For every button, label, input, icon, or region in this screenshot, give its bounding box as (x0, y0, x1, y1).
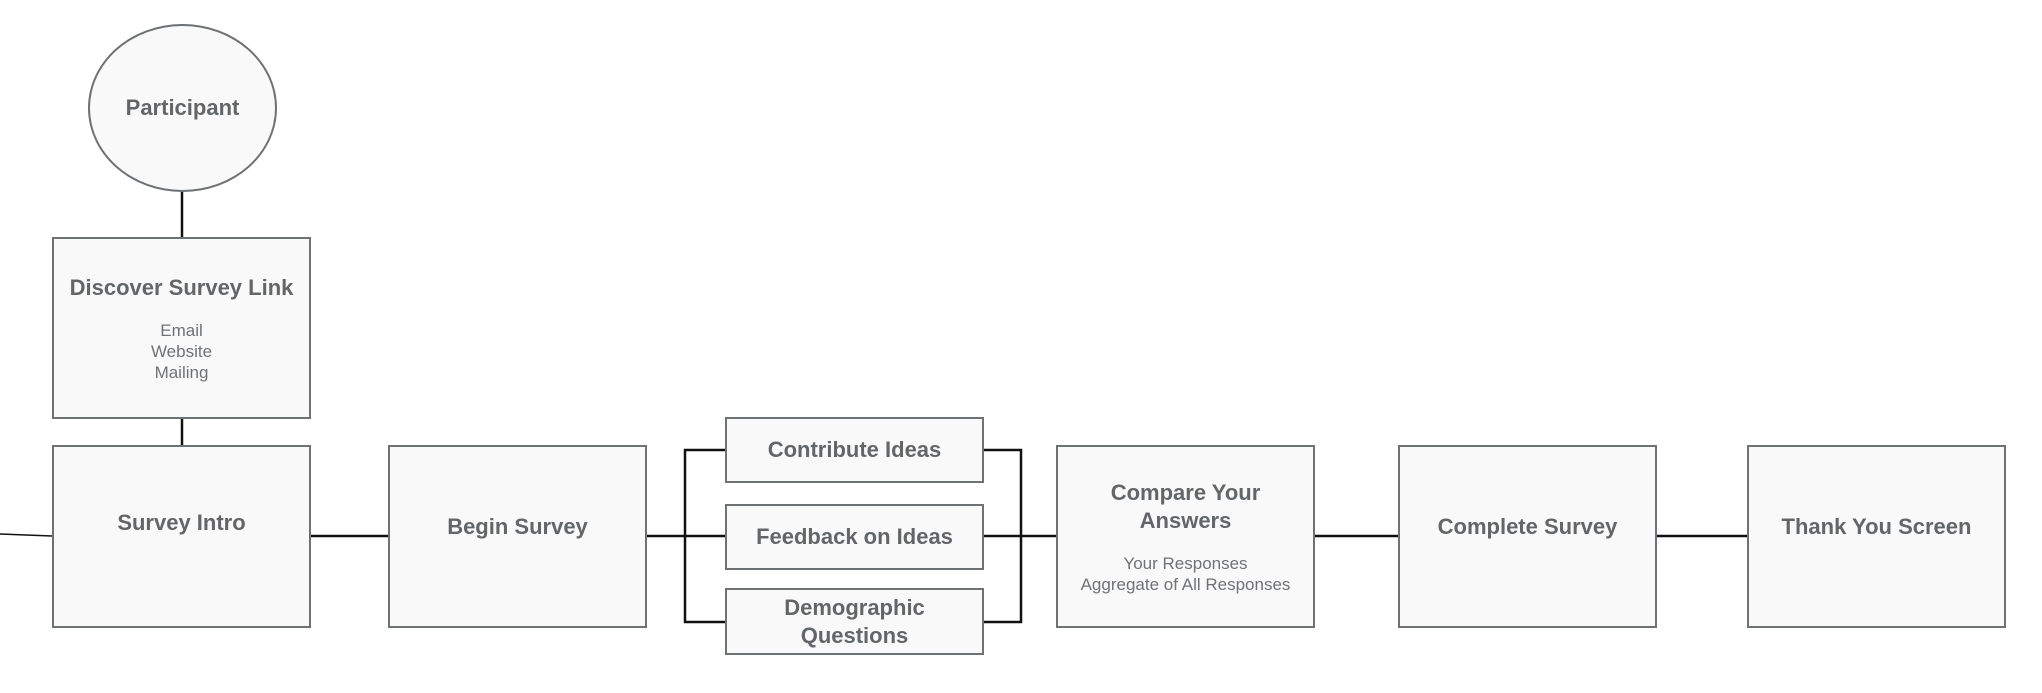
contribute-label: Contribute Ideas (767, 437, 942, 462)
discover-label: Discover Survey Link (69, 274, 294, 300)
begin-label: Begin Survey (447, 514, 588, 539)
participant-label: Participant (125, 95, 240, 120)
detail-website: Website (150, 341, 213, 361)
participant-node: Participant (88, 24, 277, 192)
contribute-ideas-node: Contribute Ideas (725, 417, 984, 483)
compare-label: Compare Your Answers (1110, 479, 1261, 533)
complete-label: Complete Survey (1437, 514, 1618, 539)
compare-answers-node: Compare Your Answers Your Responses Aggr… (1056, 445, 1315, 628)
thank-you-screen-node: Thank You Screen (1747, 445, 2006, 628)
feedback-on-ideas-node: Feedback on Ideas (725, 504, 984, 570)
detail-email: Email (160, 320, 203, 340)
detail-your-responses: Your Responses (1123, 553, 1248, 573)
detail-mailing: Mailing (154, 362, 209, 382)
survey-intro-node: Survey Intro (52, 445, 311, 628)
discover-survey-link-node: Discover Survey Link Email Website Maili… (52, 237, 311, 419)
begin-survey-node: Begin Survey (388, 445, 647, 628)
intro-label: Survey Intro (117, 510, 246, 535)
demographic-questions-node: Demographic Questions (725, 588, 984, 655)
compare-details: Your Responses Aggregate of All Response… (1081, 553, 1291, 595)
discover-details: Email Website Mailing (151, 320, 212, 383)
thankyou-label: Thank You Screen (1781, 514, 1972, 539)
feedback-label: Feedback on Ideas (756, 524, 953, 549)
demographic-label: Demographic Questions (784, 594, 925, 648)
edge-incoming-left (0, 533, 53, 537)
detail-aggregate-responses: Aggregate of All Responses (1080, 574, 1291, 594)
complete-survey-node: Complete Survey (1398, 445, 1657, 628)
